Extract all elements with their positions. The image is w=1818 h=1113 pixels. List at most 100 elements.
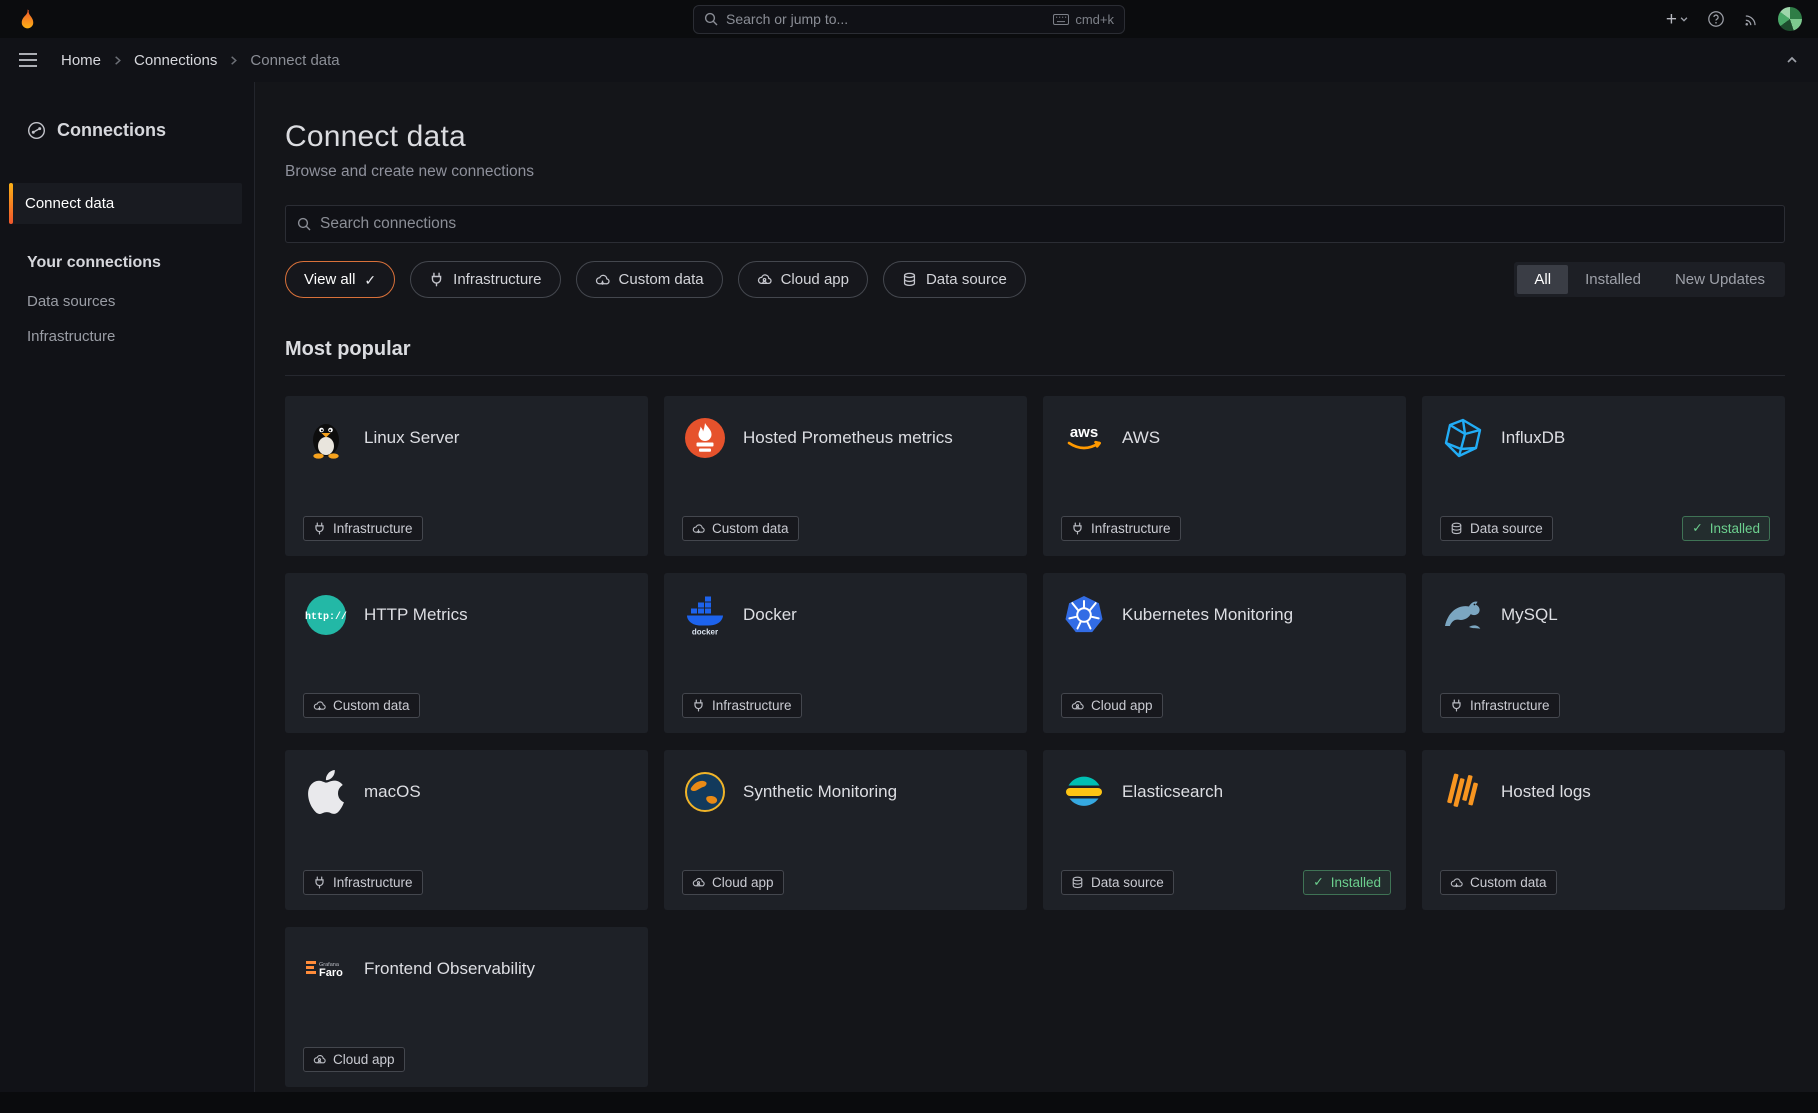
breadcrumb-item-connections[interactable]: Connections — [134, 52, 217, 69]
card-title: macOS — [364, 782, 421, 802]
cloud-data-icon — [692, 522, 705, 535]
database-icon — [1450, 522, 1463, 535]
svg-text:http://: http:// — [305, 611, 347, 623]
connection-card-hosted-logs[interactable]: Hosted logsCustom data — [1422, 750, 1785, 910]
filter-chip-infrastructure[interactable]: Infrastructure — [410, 261, 560, 298]
chevron-up-icon[interactable] — [1785, 53, 1799, 67]
page-title: Connect data — [285, 120, 1785, 154]
cloud-data-icon — [1450, 876, 1463, 889]
card-header: GrafanaFaroFrontend Observability — [303, 946, 630, 992]
sidebar-item-infrastructure[interactable]: Infrastructure — [0, 319, 254, 354]
tab-all[interactable]: All — [1517, 265, 1568, 294]
category-badge-label: Data source — [1470, 521, 1543, 536]
card-header: aws AWS — [1061, 415, 1388, 461]
category-badge-label: Infrastructure — [1091, 521, 1171, 536]
breadcrumb-item-home[interactable]: Home — [61, 52, 101, 69]
connection-card-elasticsearch[interactable]: Elasticsearch Data source✓Installed — [1043, 750, 1406, 910]
card-header: InfluxDB — [1440, 415, 1767, 461]
help-icon[interactable] — [1707, 10, 1725, 28]
card-footer: Data source✓Installed — [1061, 870, 1391, 895]
category-badge: Custom data — [682, 516, 799, 541]
cloud-app-icon — [757, 272, 772, 287]
card-footer: Custom data — [303, 693, 633, 718]
card-footer: Custom data — [1440, 870, 1770, 895]
connections-icon — [27, 121, 46, 140]
connection-card-synthetic-monitoring[interactable]: Synthetic Monitoring Cloud app — [664, 750, 1027, 910]
page-body: Connections Connect data Your connection… — [0, 82, 1818, 1113]
connection-card-aws[interactable]: aws AWS Infrastructure — [1043, 396, 1406, 556]
search-connections-input[interactable] — [320, 215, 1773, 233]
category-badge-label: Cloud app — [333, 1052, 395, 1067]
tab-new-updates[interactable]: New Updates — [1658, 265, 1782, 294]
category-badge-label: Infrastructure — [333, 875, 413, 890]
tab-installed[interactable]: Installed — [1568, 265, 1658, 294]
filter-chip-custom-data[interactable]: Custom data — [576, 261, 723, 298]
category-badge: Data source — [1440, 516, 1553, 541]
hosted-logs-icon — [1440, 769, 1486, 815]
connection-card-mysql[interactable]: MySQLInfrastructure — [1422, 573, 1785, 733]
news-rss-icon[interactable] — [1743, 11, 1760, 28]
top-search[interactable]: Search or jump to... cmd+k — [693, 5, 1125, 34]
sidebar-header: Connections — [0, 120, 254, 141]
filter-row: View all✓ Infrastructure Custom data Cloud … — [285, 261, 1785, 298]
category-badge-label: Custom data — [333, 698, 410, 713]
card-footer: Cloud app — [1061, 693, 1391, 718]
card-title: Docker — [743, 605, 797, 625]
connection-card-docker[interactable]: dockerDockerInfrastructure — [664, 573, 1027, 733]
user-avatar[interactable] — [1778, 7, 1802, 31]
shortcut-text: cmd+k — [1075, 12, 1114, 27]
connection-card-hosted-prometheus-metrics[interactable]: Hosted Prometheus metricsCustom data — [664, 396, 1027, 556]
card-title: InfluxDB — [1501, 428, 1565, 448]
connections-grid: Linux Server Infrastructure Hosted Prometh… — [285, 396, 1785, 1087]
sidebar-item-connect-data[interactable]: Connect data — [9, 183, 242, 224]
chevron-right-icon — [228, 55, 239, 66]
plug-icon — [313, 522, 326, 535]
plus-icon: + — [1666, 10, 1677, 29]
category-badge: Infrastructure — [303, 870, 423, 895]
main-content: Connect data Browse and create new conne… — [255, 82, 1818, 1113]
card-header: http://HTTP Metrics — [303, 592, 630, 638]
filter-chip-label: Custom data — [619, 271, 704, 288]
connection-card-frontend-observability[interactable]: GrafanaFaroFrontend Observability Cloud a… — [285, 927, 648, 1087]
card-footer: Infrastructure — [303, 516, 633, 541]
page-bottom-edge — [0, 1092, 1818, 1113]
svg-text:aws: aws — [1070, 424, 1098, 441]
aws-icon: aws — [1061, 415, 1107, 461]
card-header: docker Docker — [682, 592, 1009, 638]
card-footer: Cloud app — [682, 870, 1012, 895]
connection-card-kubernetes-monitoring[interactable]: Kubernetes Monitoring Cloud app — [1043, 573, 1406, 733]
card-header: Synthetic Monitoring — [682, 769, 1009, 815]
connection-card-linux-server[interactable]: Linux Server Infrastructure — [285, 396, 648, 556]
card-header: Elasticsearch — [1061, 769, 1388, 815]
category-badge: Custom data — [303, 693, 420, 718]
sidebar-item-label: Connect data — [25, 195, 114, 212]
card-title: Elasticsearch — [1122, 782, 1223, 802]
category-badge: Cloud app — [682, 870, 784, 895]
card-header: Kubernetes Monitoring — [1061, 592, 1388, 638]
add-button[interactable]: + — [1666, 10, 1689, 29]
filter-chip-view-all[interactable]: View all✓ — [285, 261, 395, 298]
card-header: Linux Server — [303, 415, 630, 461]
card-title: Synthetic Monitoring — [743, 782, 897, 802]
topbar-actions: + — [1666, 7, 1802, 31]
prometheus-icon — [682, 415, 728, 461]
connection-card-influxdb[interactable]: InfluxDBData source✓Installed — [1422, 396, 1785, 556]
card-footer: Cloud app — [303, 1047, 633, 1072]
influxdb-icon — [1440, 415, 1486, 461]
card-title: AWS — [1122, 428, 1160, 448]
cloud-app-icon — [313, 1053, 326, 1066]
connection-card-http-metrics[interactable]: http://HTTP Metrics Custom data — [285, 573, 648, 733]
grafana-app: Search or jump to... cmd+k + — [0, 0, 1818, 1113]
filter-chip-data-source[interactable]: Data source — [883, 261, 1026, 298]
category-filter-chips: View all✓ Infrastructure Custom data Cloud … — [285, 261, 1026, 298]
connection-card-macos[interactable]: macOS Infrastructure — [285, 750, 648, 910]
filter-chip-cloud-app[interactable]: Cloud app — [738, 261, 868, 298]
card-footer: Infrastructure — [303, 870, 633, 895]
grafana-logo-icon[interactable] — [16, 8, 39, 31]
docker-icon: docker — [682, 592, 728, 638]
filter-chip-label: Cloud app — [781, 271, 849, 288]
menu-toggle-icon[interactable] — [19, 53, 37, 67]
sidebar-item-data-sources[interactable]: Data sources — [0, 284, 254, 319]
card-footer: Infrastructure — [1440, 693, 1770, 718]
category-badge: Infrastructure — [1440, 693, 1560, 718]
